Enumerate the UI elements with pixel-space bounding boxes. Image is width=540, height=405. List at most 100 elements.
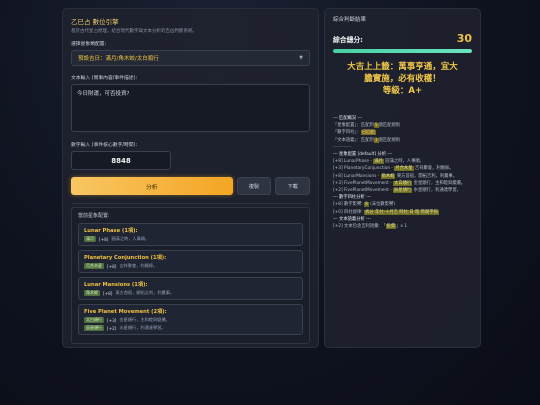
analysis-text: [+0] 四柱規律: bbox=[333, 209, 365, 215]
question-textarea[interactable]: 今日財運，可否投資? bbox=[71, 84, 310, 132]
analysis-text: 圓滿之時，人事順。 bbox=[383, 159, 424, 165]
verdict: 大吉上上籤：萬事亨通，宜大 膽實施，必有收穫！ 等級：A+ bbox=[333, 61, 472, 97]
rule-desc: 東方首宿，開拓吉利，利農事。 bbox=[115, 290, 175, 295]
rule-name: Lunar Mansions (1項): bbox=[84, 282, 148, 288]
rule-tag: 辰星順行 bbox=[84, 325, 104, 331]
analysis-highlight: 滿月 bbox=[373, 159, 384, 165]
analysis-text: 「星象配置」：匹配到 bbox=[333, 123, 374, 129]
rule-card-five-planet: Five Planet Movement (2項): 太白順行 [+3] 金星順… bbox=[78, 304, 303, 335]
result-title: 綜合判斷結果 bbox=[333, 17, 367, 23]
rule-card-lunar-phase: Lunar Phase (1項): 滿月 [+8] 圓滿之時，人事順。 bbox=[78, 223, 303, 246]
analysis-highlight: 太白順行 bbox=[393, 180, 413, 186]
analysis-heading: --- 匹配概況 --- bbox=[333, 116, 363, 121]
rule-line: 辰星順行 [+2] 水星順行，利通達學習。 bbox=[84, 325, 297, 331]
analysis-line: 「星象配置」：匹配到5個匹配規則 bbox=[333, 122, 472, 129]
analysis-highlight: 投資 bbox=[385, 224, 397, 230]
analysis-heading: --- 星象配置 [default] 分析 --- bbox=[333, 152, 393, 158]
input-panel: 乙巳占 數位引擎 基於古代星占原理，結合現代數字與文本分析的吉凶判斷系統。 選擇… bbox=[62, 8, 319, 348]
rule-weight: [+8] bbox=[107, 263, 117, 269]
verdict-grade: 等級：A+ bbox=[382, 86, 423, 96]
rule-name: Lunar Phase (1項): bbox=[84, 228, 138, 234]
text-input-label: 文本輸入 (問事內容/事件描述): bbox=[71, 76, 138, 81]
analysis-highlight: 拆分 年柱:十月吉 時柱:日 暗 時間平和 bbox=[364, 209, 439, 215]
rule-line: 月合木星 [+8] 吉祥聚會，利婚嫁。 bbox=[84, 263, 297, 269]
analysis-line: [+0] 四柱規律: 拆分 年柱:十月吉 時柱:日 暗 時間平和 bbox=[333, 209, 472, 216]
score-row: 綜合總分: 30 bbox=[333, 32, 472, 45]
copy-button[interactable]: 複製 bbox=[236, 177, 272, 195]
rule-desc: 吉祥聚會，利婚嫁。 bbox=[119, 263, 158, 268]
download-button[interactable]: 下載 bbox=[275, 177, 311, 195]
analysis-line: [+3] FivePlanetMovement - 太白順行 金星順行，主和睦與… bbox=[333, 180, 472, 187]
divider bbox=[71, 203, 310, 204]
analysis-highlight: 角木蛟 bbox=[380, 173, 396, 179]
rules-title: 當前星象配置: bbox=[78, 213, 110, 219]
analysis-text: 個匹配規則 bbox=[378, 137, 401, 143]
analysis-line: 「文本語義」：匹配到1個匹配規則 bbox=[333, 137, 472, 144]
analysis-text: 水星順行，利通達學習。 bbox=[412, 188, 461, 194]
number-input[interactable]: 8848 bbox=[71, 151, 171, 170]
rule-tag: 月合木星 bbox=[84, 263, 104, 269]
app-subtitle: 基於古代星占原理，結合現代數字與文本分析的吉凶判斷系統。 bbox=[71, 29, 197, 34]
verdict-line: 膽實施，必有收穫！ bbox=[364, 74, 441, 84]
rule-weight: [+8] bbox=[99, 236, 109, 242]
score-value: 30 bbox=[456, 32, 472, 45]
app-title: 乙巳占 數位引擎 bbox=[71, 18, 119, 26]
rule-name: Planetary Conjunction (1項): bbox=[84, 255, 167, 261]
analysis-text: [+2] FivePlanetMovement - bbox=[333, 188, 394, 194]
analysis-line: [+8] LunarPhase - 滿月 圓滿之時，人事順。 bbox=[333, 158, 472, 165]
analysis-text: 「文本語義」：匹配到 bbox=[333, 137, 374, 143]
analysis-text: [+2] 文本包含吉利詞彙: 「 bbox=[333, 224, 386, 230]
analysis-text: [+3] FivePlanetMovement - bbox=[333, 180, 394, 186]
rule-card-lunar-mansions: Lunar Mansions (1項): 角木蛟 [+8] 東方首宿，開拓吉利，… bbox=[78, 277, 303, 300]
analysis-line: [+2] FivePlanetMovement - 辰星順行 水星順行，利通達學… bbox=[333, 187, 472, 194]
analysis-text: 「數字四柱」： bbox=[333, 130, 361, 136]
score-bar bbox=[333, 49, 472, 53]
number-input-label: 數字輸入 (事件核心數字/時間): bbox=[71, 143, 138, 148]
star-config-select[interactable]: 預設吉日：滿月/角木蛟/太白順行 ▼ bbox=[71, 50, 310, 66]
current-rules-box: 當前星象配置: Lunar Phase (1項): 滿月 [+8] 圓滿之時，人… bbox=[71, 207, 310, 344]
analysis-highlight: 辰星順行 bbox=[393, 188, 413, 194]
analysis-rule: ------------ bbox=[333, 144, 352, 150]
analysis-line: [+2] 文本包含吉利詞彙: 「投資」x 1 bbox=[333, 223, 472, 230]
score-bar-fill bbox=[333, 49, 472, 53]
analysis-text: (末位數影響) bbox=[368, 202, 395, 208]
select-label: 選擇星象類配置: bbox=[71, 42, 107, 47]
analysis-text: 」x 1 bbox=[396, 224, 408, 230]
analysis-highlight: 已匹配 bbox=[360, 130, 376, 136]
analysis-text: [+3] PlanetaryConjunction - bbox=[333, 166, 395, 172]
rule-desc: 圓滿之時，人事順。 bbox=[111, 236, 150, 241]
rule-weight: [+8] bbox=[103, 290, 113, 296]
rule-weight: [+3] bbox=[107, 317, 117, 323]
rule-tag: 滿月 bbox=[84, 236, 96, 242]
analysis-log: --- 匹配概況 --- 「星象配置」：匹配到5個匹配規則 「數字四柱」：已匹配… bbox=[333, 115, 472, 230]
analysis-text: 金星順行，主和睦與變遷。 bbox=[412, 180, 466, 186]
analysis-heading: --- 文本語義分析 --- bbox=[333, 216, 371, 222]
rule-desc: 水星順行，利通達學習。 bbox=[119, 325, 166, 330]
rule-line: 滿月 [+8] 圓滿之時，人事順。 bbox=[84, 236, 297, 242]
analysis-text: [+8] 數字影響: bbox=[333, 202, 365, 208]
verdict-line: 大吉上上籤：萬事亨通，宜大 bbox=[347, 62, 458, 72]
analysis-heading: --- 數字四柱分析 --- bbox=[333, 195, 371, 201]
analysis-text: 個匹配規則 bbox=[378, 123, 401, 129]
analysis-text: [+8] LunarPhase - bbox=[333, 159, 374, 165]
chevron-down-icon: ▼ bbox=[299, 55, 303, 61]
analysis-text: 吉祥聚會，利婚嫁。 bbox=[413, 166, 454, 172]
analysis-line: [+8] 數字影響: 8 (末位數影響) bbox=[333, 201, 472, 208]
rule-name: Five Planet Movement (2項): bbox=[84, 309, 167, 315]
analysis-highlight: 月合木星 bbox=[394, 166, 414, 172]
analysis-text: 東方首宿，開拓吉利，利農事。 bbox=[395, 173, 458, 179]
rule-weight: [+2] bbox=[107, 325, 117, 331]
rule-tag: 太白順行 bbox=[84, 317, 104, 323]
rule-line: 太白順行 [+3] 金星順行，主和睦與變遷。 bbox=[84, 317, 297, 323]
analysis-line: [+8] LunarMansions - 角木蛟 東方首宿，開拓吉利，利農事。 bbox=[333, 173, 472, 180]
result-panel: 綜合判斷結果 綜合總分: 30 大吉上上籤：萬事亨通，宜大 膽實施，必有收穫！ … bbox=[324, 8, 481, 348]
analysis-line: 「數字四柱」：已匹配 bbox=[333, 129, 472, 136]
score-label: 綜合總分: bbox=[333, 35, 363, 44]
select-value: 預設吉日：滿月/角木蛟/太白順行 bbox=[78, 56, 159, 62]
analysis-text: [+8] LunarMansions - bbox=[333, 173, 381, 179]
rule-line: 角木蛟 [+8] 東方首宿，開拓吉利，利農事。 bbox=[84, 290, 297, 296]
rule-desc: 金星順行，主和睦與變遷。 bbox=[119, 317, 170, 322]
rule-tag: 角木蛟 bbox=[84, 290, 100, 296]
rule-card-planetary-conjunction: Planetary Conjunction (1項): 月合木星 [+8] 吉祥… bbox=[78, 250, 303, 273]
analyze-button[interactable]: 分析 bbox=[71, 177, 233, 195]
